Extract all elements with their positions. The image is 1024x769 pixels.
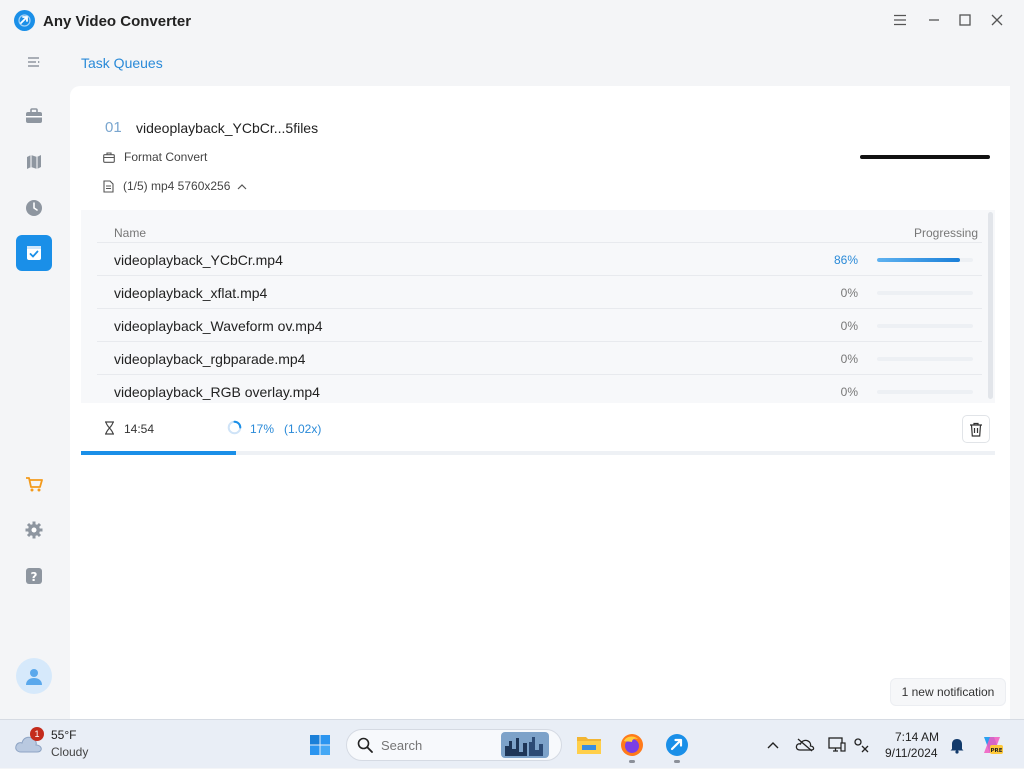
hourglass-icon: [105, 421, 114, 435]
loading-spinner-icon: [227, 420, 242, 435]
notification-toast[interactable]: 1 new notification: [890, 678, 1006, 706]
file-percent: 0%: [840, 352, 858, 366]
tab-task-queues[interactable]: Task Queues: [81, 55, 163, 71]
task-footer: 14:54 17% (1.02x): [81, 405, 995, 449]
notification-bell-icon[interactable]: [942, 730, 972, 760]
file-progress-bar: [877, 258, 973, 262]
close-icon[interactable]: [987, 10, 1007, 30]
overall-progress-fill: [81, 451, 237, 455]
file-percent: 86%: [833, 253, 858, 267]
search-highlight-image: [501, 732, 549, 758]
column-header-progress: Progressing: [914, 226, 979, 240]
toolbox-icon[interactable]: [16, 98, 52, 134]
windows-logo-icon: [310, 735, 330, 755]
file-name: videoplayback_rgbparade.mp4: [114, 351, 306, 367]
file-name: videoplayback_YCbCr.mp4: [114, 252, 283, 268]
table-row[interactable]: videoplayback_Waveform ov.mp4 0%: [97, 308, 982, 341]
table-scrollbar[interactable]: [988, 212, 993, 399]
running-indicator: [674, 760, 680, 763]
cloud-offline-icon[interactable]: [790, 730, 820, 760]
table-row[interactable]: videoplayback_xflat.mp4 0%: [97, 275, 982, 308]
overall-percent: 17%: [250, 422, 275, 436]
table-row[interactable]: videoplayback_rgbparade.mp4 0%: [97, 341, 982, 374]
svg-text:PRE: PRE: [990, 748, 1002, 754]
table-row[interactable]: videoplayback_YCbCr.mp4 86%: [97, 242, 982, 275]
gear-icon[interactable]: [16, 512, 52, 548]
svg-text:?: ?: [31, 570, 38, 584]
file-percent: 0%: [840, 286, 858, 300]
sidebar: ?: [0, 40, 68, 719]
file-progress-bar: [877, 390, 973, 394]
overall-progress-bar: [81, 451, 995, 455]
app-title: Any Video Converter: [43, 13, 192, 30]
task-type-row: Format Convert: [103, 150, 207, 164]
cart-icon[interactable]: [16, 466, 52, 502]
task-type-label: Format Convert: [124, 150, 208, 164]
file-percent: 0%: [840, 319, 858, 333]
file-explorer-icon[interactable]: [574, 730, 604, 760]
taskbar-search[interactable]: [346, 729, 562, 761]
delete-task-button[interactable]: [962, 415, 990, 443]
task-detail-label: (1/5) mp4 5760x256: [123, 179, 231, 193]
title-bar: Any Video Converter: [0, 0, 1024, 40]
file-progress-fill: [877, 258, 960, 262]
weather-temp: 55°F: [51, 728, 77, 742]
task-title: videoplayback_YCbCr...5files: [136, 120, 319, 136]
task-number: 01: [105, 119, 122, 136]
task-detail-toggle[interactable]: (1/5) mp4 5760x256: [103, 179, 256, 193]
start-button[interactable]: [305, 730, 335, 760]
app-window: Any Video Converter ? Task Queues 01 vid…: [0, 0, 1024, 719]
help-icon[interactable]: ?: [16, 558, 52, 594]
clock-time: 7:14 AM: [895, 730, 940, 744]
weather-badge: 1: [30, 727, 44, 741]
app-logo-icon: [14, 10, 35, 31]
copilot-icon[interactable]: PRE: [977, 730, 1007, 760]
time-remaining: 14:54: [124, 422, 155, 436]
avatar-icon[interactable]: [16, 658, 52, 694]
clock-date: 9/11/2024: [885, 746, 938, 760]
file-name: videoplayback_RGB overlay.mp4: [114, 384, 320, 400]
history-icon[interactable]: [16, 190, 52, 226]
maximize-icon[interactable]: [955, 10, 975, 30]
file-progress-bar: [877, 357, 973, 361]
map-icon[interactable]: [16, 144, 52, 180]
clock-widget[interactable]: [878, 720, 950, 769]
menu-icon[interactable]: [890, 10, 910, 30]
firefox-icon[interactable]: [617, 730, 647, 763]
trash-icon: [970, 422, 982, 437]
file-progress-bar: [877, 324, 973, 328]
file-percent: 0%: [840, 385, 858, 399]
file-progress-bar: [877, 291, 973, 295]
collapse-icon[interactable]: [16, 44, 52, 80]
weather-condition: Cloudy: [51, 745, 89, 759]
conversion-speed: (1.02x): [284, 422, 322, 436]
task-queue-icon[interactable]: [16, 235, 52, 271]
column-header-name: Name: [114, 226, 147, 240]
accessibility-icon[interactable]: [847, 730, 877, 760]
file-name: videoplayback_Waveform ov.mp4: [114, 318, 323, 334]
table-row[interactable]: videoplayback_RGB overlay.mp4 0%: [97, 374, 982, 407]
show-hidden-icons-chevron-icon[interactable]: [758, 730, 788, 760]
search-input[interactable]: [381, 737, 501, 753]
task-progress-indicator: [860, 155, 990, 159]
search-icon: [357, 737, 373, 753]
file-name: videoplayback_xflat.mp4: [114, 285, 268, 301]
briefcase-icon: [103, 151, 115, 163]
any-video-converter-taskbar-icon[interactable]: [662, 730, 692, 763]
chevron-up-icon: [237, 183, 247, 189]
file-icon: [103, 179, 114, 193]
minimize-icon[interactable]: [924, 10, 944, 30]
taskbar: 1 55°F Cloudy 7:14 AM 9/11/2024 PRE: [0, 719, 1024, 768]
running-indicator: [629, 760, 635, 763]
